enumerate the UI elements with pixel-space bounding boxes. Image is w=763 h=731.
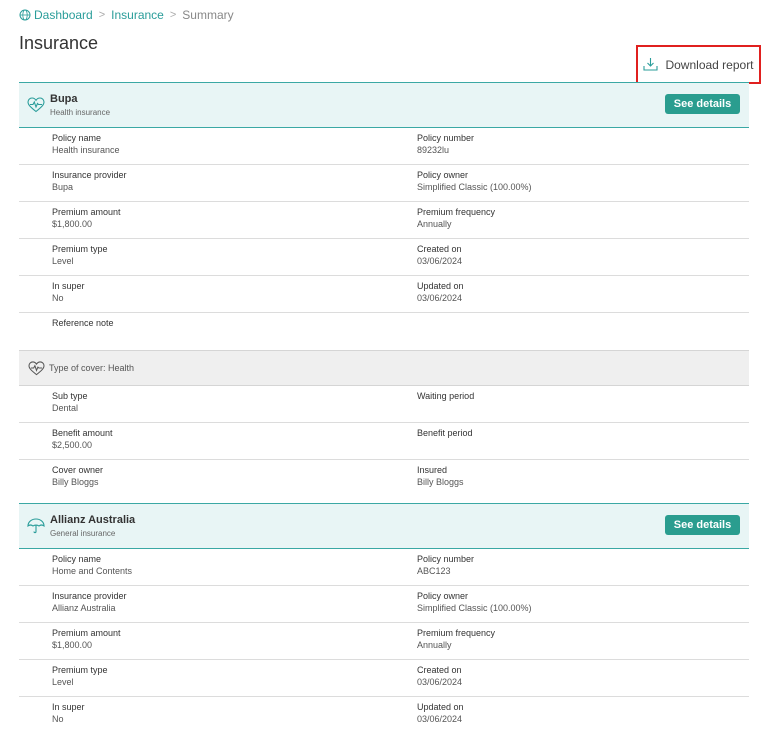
field-label: Created on [417,244,462,254]
breadcrumb-current: Summary [182,8,234,22]
detail-row: Premium type Level Created on 03/06/2024 [19,660,749,697]
field-label: Reference note [52,318,114,328]
field-value: Simplified Classic (100.00%) [417,603,532,613]
field-label: Policy name [52,133,102,143]
field-value: Billy Bloggs [417,477,464,487]
field-label: Insurance provider [52,591,127,601]
detail-row: Sub type Dental Waiting period [19,386,749,423]
field-label: Premium amount [52,628,121,638]
breadcrumb-separator: > [98,9,106,21]
page-title: Insurance [19,33,99,53]
detail-row: In super No Updated on 03/06/2024 [19,697,749,731]
field-value: 03/06/2024 [417,714,463,724]
policy-card-bupa: Bupa Health insurance See details Policy… [19,82,749,497]
breadcrumb-insurance-link[interactable]: Insurance [111,8,164,22]
field-label: In super [52,281,85,291]
policy-card-header: Bupa Health insurance See details [19,82,749,128]
field-label: Policy number [417,133,475,143]
detail-row: In super No Updated on 03/06/2024 [19,276,749,313]
field-value: 03/06/2024 [417,677,463,687]
field-label: Benefit amount [52,428,113,438]
field-label: Updated on [417,281,464,291]
policy-provider-name: Allianz Australia [50,514,136,526]
see-details-button[interactable]: See details [665,94,740,114]
field-value: $1,800.00 [52,219,93,229]
heartbeat-icon [27,97,45,113]
field-value: Billy Bloggs [52,477,99,487]
detail-row: Cover owner Billy Bloggs Insured Billy Blo… [19,460,749,497]
detail-row: Premium type Level Created on 03/06/2024 [19,239,749,276]
download-tray-icon [643,58,659,71]
field-value: No [52,714,64,724]
policy-category: Health insurance [50,108,111,117]
policy-category: General insurance [50,529,116,538]
breadcrumb-separator: > [169,9,177,21]
field-value: Home and Contents [52,566,133,576]
field-value: Bupa [52,182,74,192]
field-label: Premium frequency [417,207,496,217]
field-label: Policy owner [417,591,469,601]
field-label: Policy name [52,554,102,564]
policy-card-header: Allianz Australia General insurance See … [19,503,749,549]
field-label: Premium frequency [417,628,496,638]
field-label: Policy owner [417,170,469,180]
cover-type-header: Type of cover: Health [19,350,749,386]
detail-row: Policy name Health insurance Policy numbe… [19,128,749,165]
field-value: ABC123 [417,566,451,576]
detail-row: Insurance provider Allianz Australia Poli… [19,586,749,623]
field-label: Sub type [52,391,88,401]
globe-icon [19,9,31,21]
detail-row: Reference note [19,313,749,350]
field-value: 03/06/2024 [417,293,463,303]
download-report-button[interactable]: Download report [636,45,761,84]
field-value: 89232lu [417,145,450,155]
detail-row: Premium amount $1,800.00 Premium frequenc… [19,202,749,239]
field-label: Updated on [417,702,464,712]
detail-row: Premium amount $1,800.00 Premium frequenc… [19,623,749,660]
field-value: 03/06/2024 [417,256,463,266]
field-label: Premium type [52,244,108,254]
field-label: Created on [417,665,462,675]
field-value: Health insurance [52,145,120,155]
field-value: Dental [52,403,79,413]
field-label: Benefit period [417,428,473,438]
field-label: Premium type [52,665,108,675]
field-value: Annually [417,640,452,650]
field-value: Annually [417,219,452,229]
field-label: Premium amount [52,207,121,217]
see-details-button[interactable]: See details [665,515,740,535]
policy-provider-name: Bupa [50,93,78,105]
breadcrumb-dashboard-link[interactable]: Dashboard [34,8,93,22]
field-value: Simplified Classic (100.00%) [417,182,532,192]
field-label: Cover owner [52,465,104,475]
field-value: Level [52,677,74,687]
field-label: Insured [417,465,448,475]
detail-row: Policy name Home and Contents Policy numb… [19,549,749,586]
field-value: Level [52,256,74,266]
field-label: In super [52,702,85,712]
cover-type-title: Type of cover: Health [49,363,135,373]
detail-row: Insurance provider Bupa Policy owner Simpl… [19,165,749,202]
policy-card-allianz: Allianz Australia General insurance See … [19,503,749,731]
field-value: $2,500.00 [52,440,93,450]
field-label: Policy number [417,554,475,564]
field-value: Allianz Australia [52,603,116,613]
breadcrumb: Dashboard > Insurance > Summary [19,8,234,22]
umbrella-icon [27,518,45,534]
field-value: No [52,293,64,303]
download-report-label: Download report [665,57,754,72]
field-label: Insurance provider [52,170,127,180]
field-value: $1,800.00 [52,640,93,650]
field-label: Waiting period [417,391,475,401]
detail-row: Benefit amount $2,500.00 Benefit period [19,423,749,460]
heartbeat-icon [28,361,45,376]
